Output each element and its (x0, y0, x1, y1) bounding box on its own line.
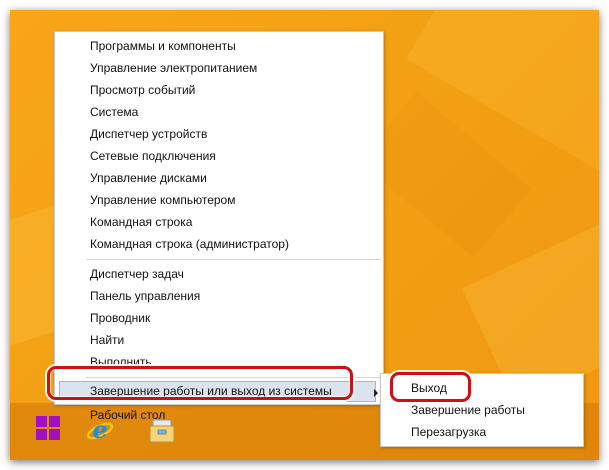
shutdown-submenu: Выход Завершение работы Перезагрузка (380, 373, 584, 447)
menu-separator (86, 377, 381, 378)
menu-item-command-prompt[interactable]: Командная строка (55, 212, 383, 233)
menu-separator (86, 259, 381, 260)
menu-item-search[interactable]: Найти (55, 330, 383, 351)
submenu-item-shut-down[interactable]: Завершение работы (381, 400, 583, 421)
menu-item-control-panel[interactable]: Панель управления (55, 286, 383, 307)
menu-item-programs[interactable]: Программы и компоненты (55, 36, 383, 57)
menu-item-network-connections[interactable]: Сетевые подключения (55, 146, 383, 167)
submenu-item-restart[interactable]: Перезагрузка (381, 422, 583, 443)
menu-item-explorer[interactable]: Проводник (55, 308, 383, 329)
menu-item-shutdown-signout[interactable]: Завершение работы или выход из системы (59, 381, 376, 402)
menu-item-event-viewer[interactable]: Просмотр событий (55, 80, 383, 101)
submenu-item-sign-out[interactable]: Выход (403, 378, 573, 399)
submenu-arrow-icon (374, 389, 378, 397)
menu-item-disk-management[interactable]: Управление дисками (55, 168, 383, 189)
screenshot-frame: e Программы и компоненты Управление элек… (10, 10, 599, 460)
context-menu: Программы и компоненты Управление электр… (54, 31, 384, 422)
menu-item-computer-management[interactable]: Управление компьютером (55, 190, 383, 211)
menu-item-command-prompt-admin[interactable]: Командная строка (администратор) (55, 234, 383, 255)
menu-item-system[interactable]: Система (55, 102, 383, 123)
wallpaper-shape (406, 10, 599, 180)
wallpaper-shape (358, 92, 532, 258)
menu-item-device-manager[interactable]: Диспетчер устройств (55, 124, 383, 145)
menu-item-power-options[interactable]: Управление электропитанием (55, 58, 383, 79)
menu-item-desktop[interactable]: Рабочий стол (55, 405, 383, 426)
menu-item-task-manager[interactable]: Диспетчер задач (55, 264, 383, 285)
menu-item-run[interactable]: Выполнить (55, 352, 383, 373)
